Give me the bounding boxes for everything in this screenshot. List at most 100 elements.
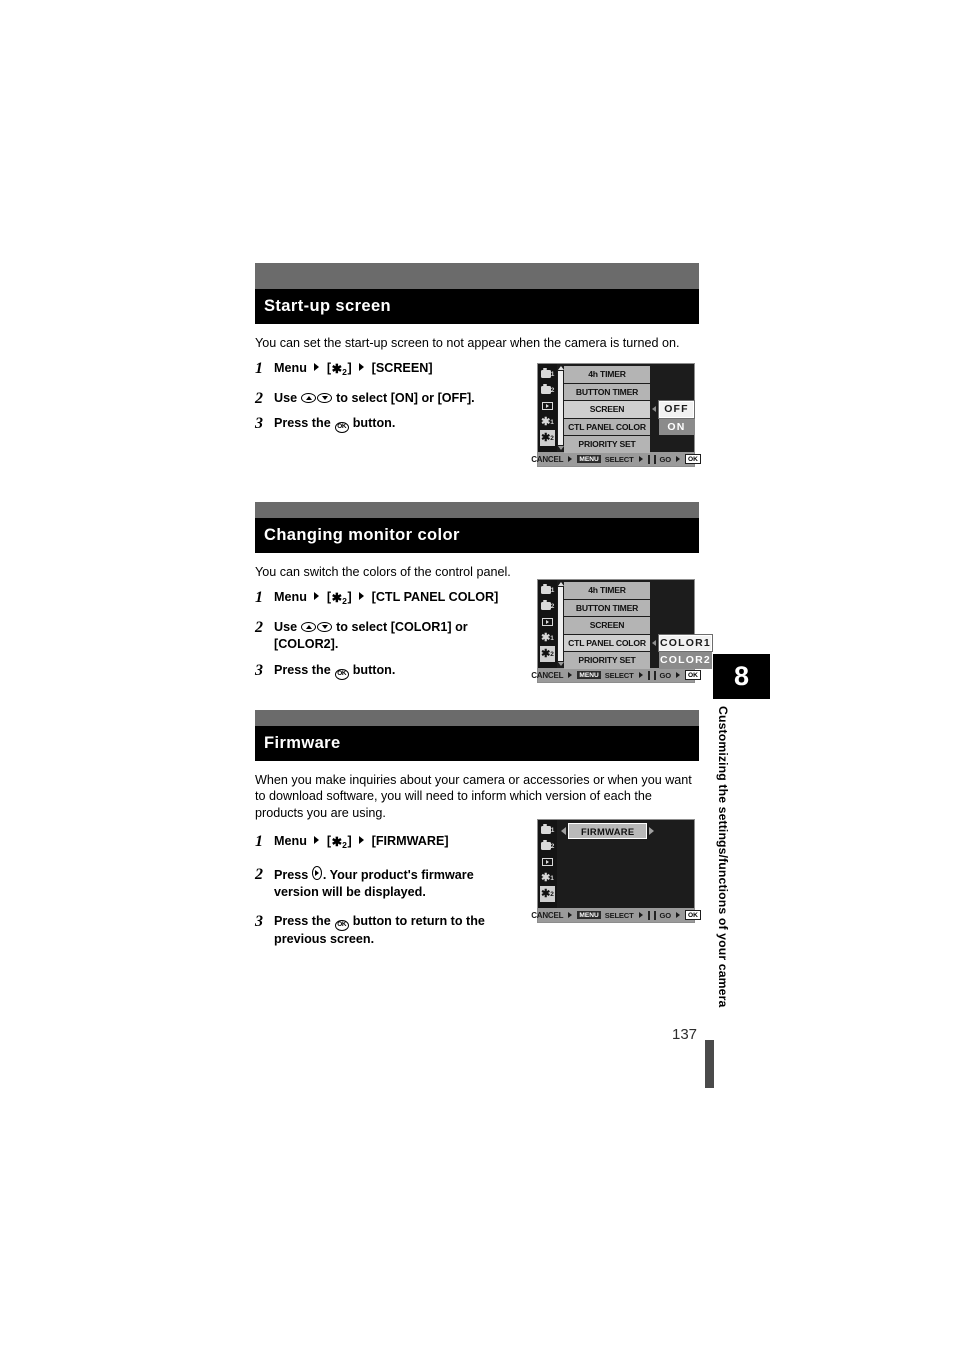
step-suffix: button to return to the	[352, 913, 485, 928]
lcd-menu-row[interactable]: 4h TIMER	[564, 582, 712, 599]
lcd-menu-row[interactable]: BUTTON TIMER	[564, 383, 694, 401]
lcd-menu-row[interactable]: PRIORITY SET COLOR2	[564, 652, 712, 669]
intro-text-monitor-color: You can switch the colors of the control…	[255, 565, 511, 579]
lcd-tab-wrench1[interactable]: ✱ 1	[540, 414, 555, 430]
lcd-menu-row[interactable]: BUTTON TIMER	[564, 599, 712, 616]
arrow-right-icon	[568, 912, 573, 918]
lcd-caret	[650, 582, 658, 599]
lcd-tab-camera2[interactable]: 2	[540, 382, 555, 398]
bracket-open: [	[326, 834, 332, 849]
arrow-up-pad-icon	[301, 392, 317, 403]
lcd-menu-value	[659, 384, 694, 401]
hint-select-label: SELECT	[604, 454, 634, 464]
lcd-menu-label[interactable]: SCREEN	[564, 617, 650, 634]
lcd-menu-label[interactable]: 4h TIMER	[564, 366, 650, 383]
scroll-up-icon[interactable]	[557, 366, 564, 370]
hint-go-label: GO	[659, 670, 672, 680]
lcd-tab-wrench1[interactable]: ✱ 1	[540, 870, 555, 886]
lcd-menu-label[interactable]: 4h TIMER	[564, 582, 650, 599]
chapter-number-tab: 8	[713, 654, 770, 699]
menu-chip: MENU	[577, 911, 601, 919]
lcd-tab-camera2[interactable]: 2	[540, 838, 555, 854]
scroll-thumb[interactable]	[558, 371, 563, 445]
step-text: Press the OK button.	[274, 662, 395, 680]
bracket-open: [	[326, 361, 332, 376]
lcd-menu-value[interactable]: COLOR2	[659, 652, 712, 669]
step-number: 2	[255, 389, 263, 407]
section-heading-monitor-color: Changing monitor color	[255, 502, 699, 553]
intro-text-startup: You can set the start-up screen to not a…	[255, 336, 680, 350]
pad-lr-icon	[653, 910, 656, 920]
lcd-menu-value	[659, 366, 694, 383]
lcd-tab-wrench2[interactable]: ✱ 2	[540, 646, 555, 662]
heading-black-band: Start-up screen	[255, 289, 699, 324]
lcd-menu-label[interactable]: SCREEN	[564, 401, 650, 418]
lcd-menu-value	[659, 582, 712, 599]
bracket-close: ]	[347, 834, 352, 849]
step-prefix: Press the	[274, 416, 331, 431]
firmware-row[interactable]: FIRMWARE	[557, 820, 694, 839]
wrench-subscript: 2	[342, 367, 347, 378]
lcd-tab-wrench2[interactable]: ✱ 2	[540, 430, 555, 446]
pad-ud-icon	[653, 454, 656, 464]
lcd-menu-row[interactable]: CTL PANEL COLOR ON	[564, 418, 694, 435]
chevron-right-icon	[359, 363, 365, 372]
scroll-track[interactable]	[558, 371, 563, 445]
lcd-hint-bar: CANCEL MENU SELECT GO OK	[531, 452, 701, 466]
lcd-tab-playback[interactable]	[540, 854, 555, 870]
lcd-tab-wrench1[interactable]: ✱ 1	[540, 630, 555, 646]
lcd-scrollbar[interactable]	[557, 580, 564, 668]
lcd-menu-row[interactable]: SCREEN	[564, 617, 712, 634]
lcd-menu-label[interactable]: CTL PANEL COLOR	[564, 418, 650, 435]
lcd-menu-label[interactable]: PRIORITY SET	[564, 652, 650, 669]
arrow-right-icon	[568, 672, 573, 678]
chevron-right-icon	[359, 592, 365, 601]
lcd-menu-row[interactable]: 4h TIMER	[564, 366, 694, 383]
caret-left-icon	[561, 827, 566, 835]
pad-ud-icon	[647, 910, 650, 920]
lcd-firmware-panel: FIRMWARE	[557, 820, 694, 908]
scroll-thumb[interactable]	[558, 587, 563, 661]
heading-grey-band	[255, 502, 699, 518]
arrow-right-icon	[638, 456, 643, 462]
wrench-icon: ✱2	[331, 835, 347, 851]
lcd-menu-row-selected[interactable]: SCREEN OFF	[564, 400, 695, 419]
steps-list-firmware: 1 Menu [✱2] [FIRMWARE] 2 Press . Your pr…	[255, 833, 535, 948]
step-item: 1 Menu [✱2] [FIRMWARE]	[255, 833, 535, 855]
lcd-menu-label[interactable]: BUTTON TIMER	[564, 599, 650, 616]
lcd-body: 1 2 ✱ 1 ✱ 2 FIRMWARE	[538, 820, 694, 908]
lcd-tab-camera2[interactable]: 2	[540, 598, 555, 614]
step-suffix-line2: [COLOR2].	[274, 637, 339, 652]
step-number: 1	[255, 589, 263, 607]
lcd-menu-label[interactable]: PRIORITY SET	[564, 436, 650, 453]
lcd-menu-value[interactable]: ON	[659, 418, 694, 435]
lcd-caret-left-icon	[650, 401, 658, 418]
lcd-tab-camera1[interactable]: 1	[540, 366, 555, 382]
step-item: 2 Press . Your product's firmware versio…	[255, 865, 535, 902]
lcd-tab-playback[interactable]	[540, 614, 555, 630]
lcd-menu-row-selected[interactable]: CTL PANEL COLOR COLOR1	[564, 633, 713, 652]
lcd-menu-value-highlighted[interactable]: COLOR1	[658, 633, 713, 652]
steps-list-monitor-color: 1 Menu [✱2] [CTL PANEL COLOR] 2 Use to s…	[255, 589, 535, 680]
lcd-menu-label[interactable]: CTL PANEL COLOR	[564, 634, 650, 651]
step-suffix: button.	[352, 662, 396, 677]
lcd-tab-camera1[interactable]: 1	[540, 822, 555, 838]
scroll-up-icon[interactable]	[557, 582, 564, 586]
scroll-down-icon[interactable]	[557, 446, 564, 450]
step-item: 3 Press the OK button.	[255, 662, 535, 680]
firmware-label[interactable]: FIRMWARE	[568, 823, 648, 839]
lcd-tab-wrench2[interactable]: ✱ 2	[540, 886, 555, 902]
lcd-menu-row[interactable]: PRIORITY SET	[564, 436, 694, 453]
lcd-tab-strip: 1 2 ✱ 1 ✱ 2	[538, 580, 557, 668]
lcd-screen-setup2: 1 2 ✱ 1 ✱ 2 4h TIMER BUTTON TIMER SCREEN…	[531, 363, 701, 467]
lcd-menu-label[interactable]: BUTTON TIMER	[564, 383, 650, 400]
lcd-tab-playback[interactable]	[540, 398, 555, 414]
lcd-scrollbar[interactable]	[557, 364, 564, 452]
scroll-track[interactable]	[558, 587, 563, 661]
step-item: 1 Menu [✱2] [CTL PANEL COLOR]	[255, 589, 535, 611]
page-title: Start-up screen	[264, 297, 392, 315]
lcd-screen-firmware: 1 2 ✱ 1 ✱ 2 FIRMWARE CANCEL MENU SELECT GO O…	[531, 819, 701, 923]
lcd-tab-camera1[interactable]: 1	[540, 582, 555, 598]
lcd-menu-value-highlighted[interactable]: OFF	[658, 400, 695, 419]
scroll-down-icon[interactable]	[557, 662, 564, 666]
